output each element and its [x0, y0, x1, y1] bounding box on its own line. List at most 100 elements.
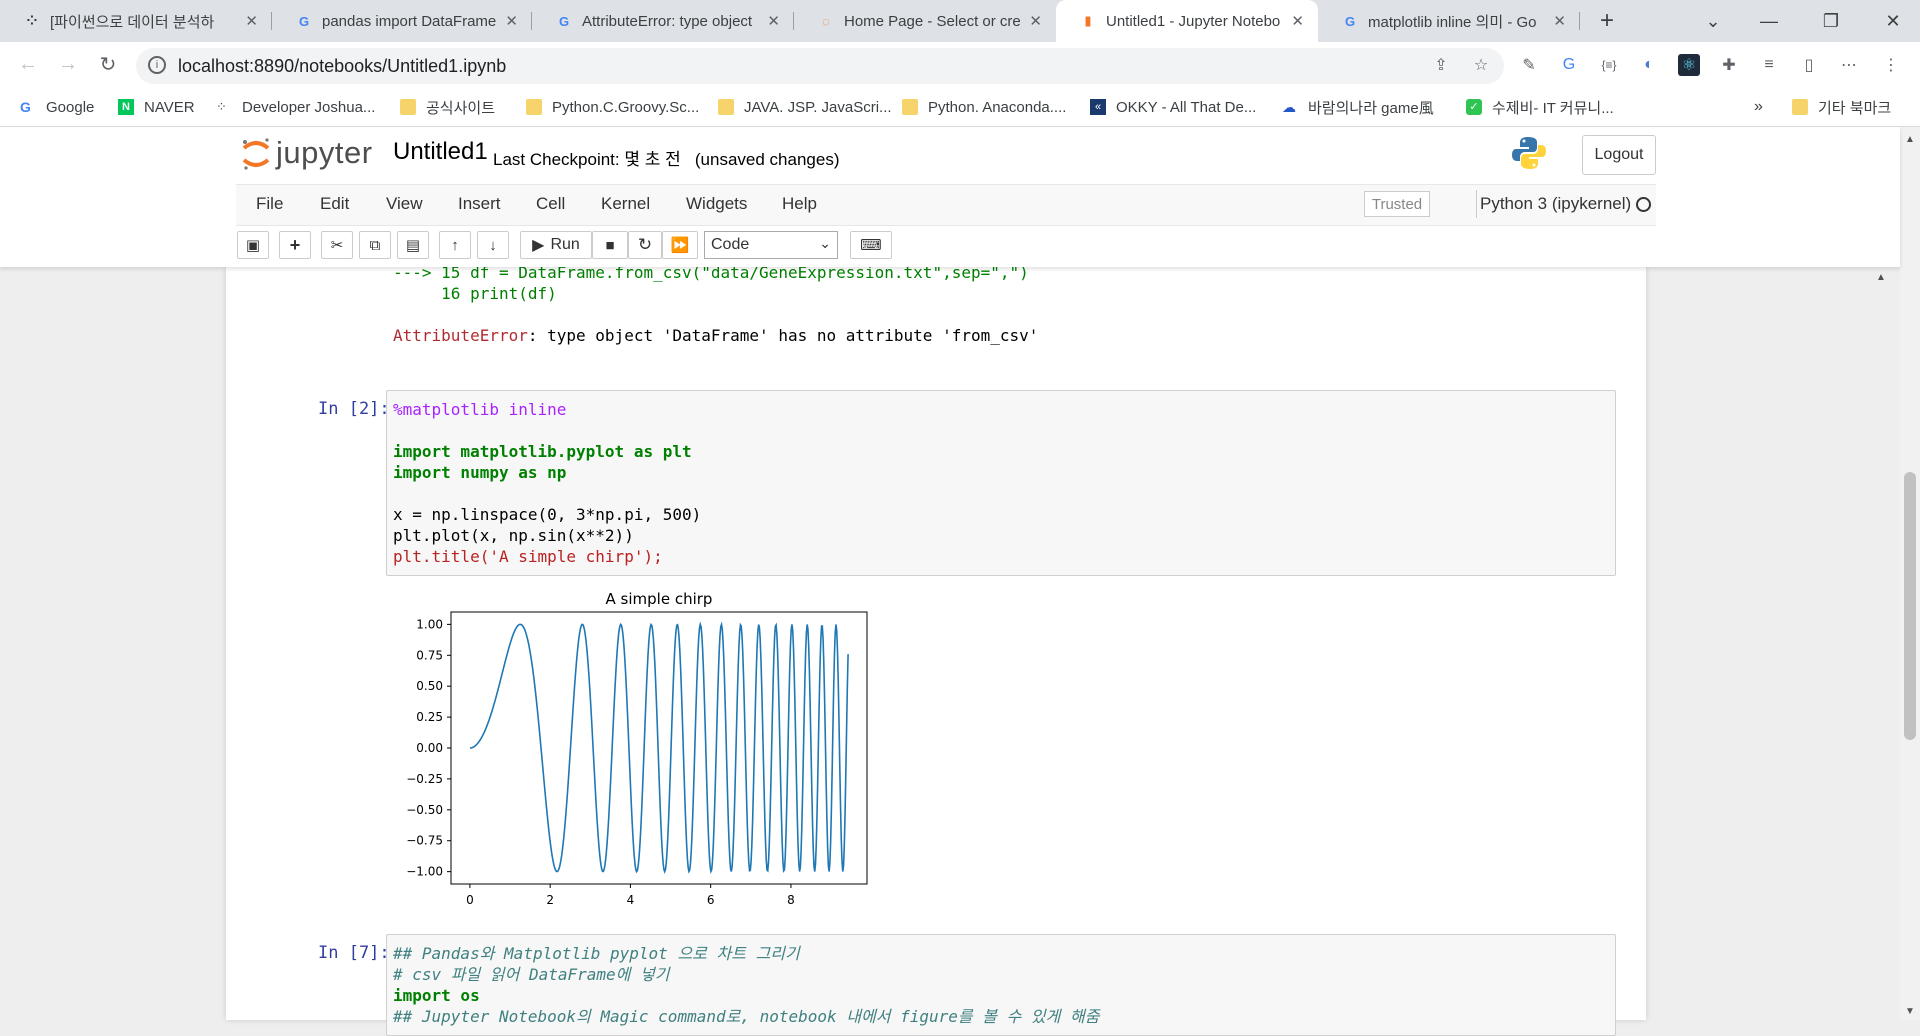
chrome-menu-icon[interactable]: ⋮ [1880, 54, 1902, 76]
insert-cell-plus-icon[interactable]: + [279, 231, 311, 259]
y-tick-label: 1.00 [416, 617, 443, 631]
menu-kernel[interactable]: Kernel [601, 194, 650, 214]
bookmark-folder[interactable]: 공식사이트 [400, 96, 495, 118]
menu-insert[interactable]: Insert [458, 194, 501, 214]
keyboard-shortcuts-icon[interactable]: ⌨ [850, 231, 892, 259]
reload-icon[interactable]: ↻ [96, 52, 120, 76]
browser-tab[interactable]: G matplotlib inline 의미 - Go ✕ [1318, 0, 1580, 42]
restart-run-all-icon[interactable]: ⏩ [662, 231, 698, 259]
bookmark-baram[interactable]: ☁ 바람의나라 game風 [1282, 96, 1434, 118]
chirp-chart: A simple chirp 1.00 0.75 0.50 0.25 0.00 −0.25… [406, 590, 868, 907]
site-info-icon[interactable]: i [148, 56, 166, 74]
run-button[interactable]: ▶ Run [520, 231, 592, 259]
cell-prompt: In [7]: [318, 943, 390, 963]
trusted-indicator[interactable]: Trusted [1364, 191, 1430, 217]
bookmark-folder[interactable]: Python.C.Groovy.Sc... [526, 96, 699, 118]
tab-search-chevron-icon[interactable]: ⌄ [1690, 0, 1736, 42]
profile-icon[interactable]: ⋯ [1838, 54, 1860, 76]
bookmark-google[interactable]: G Google [20, 96, 94, 118]
bookmark-other[interactable]: 기타 북마크 [1792, 96, 1891, 118]
close-tab-icon[interactable]: ✕ [1029, 12, 1042, 30]
close-window-icon[interactable]: ✕ [1870, 0, 1916, 42]
close-tab-icon[interactable]: ✕ [505, 12, 518, 30]
eyedropper-extension-icon[interactable]: ✎ [1518, 54, 1540, 76]
react-extension-icon[interactable]: ⚛ [1678, 54, 1700, 76]
tab-title: Home Page - Select or cre [844, 12, 1021, 30]
folder-icon [718, 99, 734, 115]
forward-arrow-icon[interactable]: → [56, 52, 80, 76]
chevron-down-icon: ⌄ [819, 235, 831, 251]
cut-scissors-icon[interactable]: ✂ [321, 231, 353, 259]
jupyter-favicon-icon: ◌ [822, 13, 830, 29]
bookmark-label: Developer Joshua... [242, 98, 376, 116]
scroll-down-arrow-icon[interactable]: ▼ [1901, 1006, 1919, 1018]
error-message: AttributeError: type object 'DataFrame' … [393, 325, 1038, 346]
bookmark-okky[interactable]: « OKKY - All That De... [1090, 96, 1256, 118]
save-icon[interactable]: ▣ [237, 231, 269, 259]
chart-title: A simple chirp [606, 590, 713, 608]
side-panel-icon[interactable]: ▯ [1798, 54, 1820, 76]
kernel-name[interactable]: Python 3 (ipykernel) [1480, 194, 1631, 214]
y-tick-label: 0.75 [416, 648, 443, 662]
code-text: plt.title('A simple chirp'); [393, 547, 663, 566]
close-tab-icon[interactable]: ✕ [1553, 12, 1566, 30]
menu-view[interactable]: View [386, 194, 423, 214]
circle-extension-icon[interactable]: ◐ [1638, 54, 1660, 76]
jupyter-logo-text[interactable]: jupyter [276, 135, 373, 171]
new-tab-icon[interactable]: + [1584, 0, 1630, 42]
extensions-puzzle-icon[interactable]: ✚ [1718, 54, 1740, 76]
close-tab-icon[interactable]: ✕ [767, 12, 780, 30]
browser-tab[interactable]: G pandas import DataFrame ✕ [272, 0, 532, 42]
back-arrow-icon[interactable]: ← [16, 52, 40, 76]
restore-icon[interactable]: ❐ [1808, 0, 1854, 42]
dots-favicon-icon: ⁘ [26, 13, 38, 28]
bookmark-folder[interactable]: JAVA. JSP. JavaScri... [718, 96, 892, 118]
browser-tab-active[interactable]: ▮ Untitled1 - Jupyter Notebo ✕ [1056, 0, 1318, 42]
kernel-idle-indicator-icon [1636, 197, 1651, 212]
notebook-scroll-up-arrow-icon[interactable]: ▲ [1874, 272, 1888, 284]
translate-extension-icon[interactable]: G [1558, 54, 1580, 76]
logout-button[interactable]: Logout [1582, 135, 1656, 175]
minimize-icon[interactable]: — [1746, 0, 1792, 42]
move-down-arrow-icon[interactable]: ↓ [477, 231, 509, 259]
bookmark-folder[interactable]: Python. Anaconda.... [902, 96, 1066, 118]
scrollbar-thumb[interactable] [1904, 472, 1916, 740]
dots-favicon-icon: ⁘ [216, 99, 227, 114]
menu-edit[interactable]: Edit [320, 194, 349, 214]
scroll-up-arrow-icon[interactable]: ▲ [1901, 134, 1919, 146]
menu-file[interactable]: File [256, 194, 283, 214]
close-tab-icon[interactable]: ✕ [1291, 12, 1304, 30]
menu-cell[interactable]: Cell [536, 194, 565, 214]
jupyter-logo-icon[interactable] [240, 136, 272, 172]
notebook-name[interactable]: Untitled1 [393, 138, 488, 166]
y-tick-label: 0.00 [416, 741, 443, 755]
interrupt-stop-icon[interactable]: ■ [592, 231, 628, 259]
bookmark-star-icon[interactable]: ☆ [1470, 54, 1492, 76]
bookmark-sujebi[interactable]: ✓ 수제비- IT 커뮤니... [1466, 96, 1614, 118]
copy-icon[interactable]: ⧉ [359, 231, 391, 259]
code-line: import os [393, 985, 480, 1006]
google-favicon-icon: G [298, 13, 310, 29]
close-tab-icon[interactable]: ✕ [245, 12, 258, 30]
google-favicon-icon: G [20, 99, 31, 115]
paste-icon[interactable]: ▤ [397, 231, 429, 259]
json-extension-icon[interactable]: {≡} [1598, 54, 1620, 76]
share-icon[interactable]: ⇪ [1430, 54, 1452, 76]
reading-list-icon[interactable]: ≡ [1758, 54, 1780, 76]
url-text[interactable]: localhost:8890/notebooks/Untitled1.ipynb [178, 56, 506, 77]
naver-favicon-icon: N [118, 99, 134, 115]
cell-type-select[interactable]: Code ⌄ [704, 231, 838, 259]
browser-tab[interactable]: G AttributeError: type object ✕ [532, 0, 794, 42]
bookmark-naver[interactable]: N NAVER [118, 96, 195, 118]
move-up-arrow-icon[interactable]: ↑ [439, 231, 471, 259]
code-text: import numpy as np [393, 463, 567, 482]
restart-icon[interactable]: ↻ [628, 231, 662, 259]
chirp-series-line [469, 621, 849, 875]
menu-widgets[interactable]: Widgets [686, 194, 747, 214]
bookmark-developer-joshua[interactable]: ⁘ Developer Joshua... [216, 96, 375, 118]
browser-tab[interactable]: ◌ Home Page - Select or cre ✕ [794, 0, 1056, 42]
y-tick-label: 0.50 [416, 679, 443, 693]
browser-tab[interactable]: ⁘ [파이썬으로 데이터 분석하 ✕ [0, 0, 272, 42]
bookmarks-more[interactable]: » [1754, 96, 1763, 118]
menu-help[interactable]: Help [782, 194, 817, 214]
